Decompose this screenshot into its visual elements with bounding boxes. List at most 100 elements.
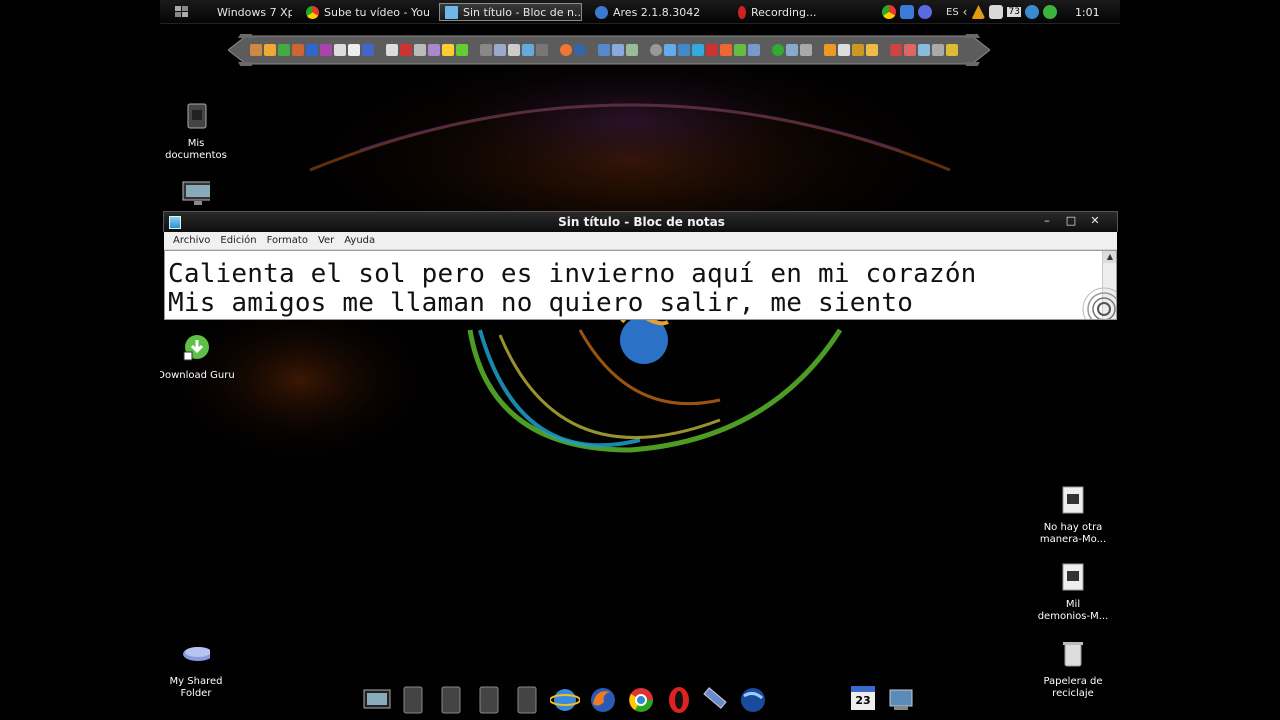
satellite-icon[interactable] (700, 684, 730, 716)
app-icon[interactable] (800, 44, 812, 56)
app-icon[interactable] (734, 44, 746, 56)
app-icon[interactable] (706, 44, 718, 56)
app-icon[interactable] (786, 44, 798, 56)
opera-icon[interactable] (664, 684, 694, 716)
app-icon[interactable] (400, 44, 412, 56)
menu-ayuda[interactable]: Ayuda (339, 235, 380, 246)
chrome-tray-icon[interactable] (882, 5, 896, 19)
app-icon[interactable] (320, 44, 332, 56)
app-icon[interactable] (428, 44, 440, 56)
app-icon[interactable] (838, 44, 850, 56)
chevron-left-icon[interactable]: ‹ (963, 5, 968, 19)
app-icon[interactable] (904, 44, 916, 56)
menu-ver[interactable]: Ver (313, 235, 339, 246)
menu-archivo[interactable]: Archivo (168, 235, 215, 246)
title-bar[interactable]: Sin título - Bloc de notas – □ ✕ (163, 211, 1118, 232)
menu-formato[interactable]: Formato (262, 235, 313, 246)
status-tray-icon[interactable] (1042, 5, 1057, 19)
task-windows7xp[interactable]: Windows 7 Xp (212, 3, 292, 21)
app-icon[interactable] (720, 44, 732, 56)
minimize-button[interactable]: – (1035, 213, 1059, 229)
app-icon[interactable] (348, 44, 360, 56)
close-button[interactable]: ✕ (1083, 213, 1107, 229)
app-icon[interactable] (334, 44, 346, 56)
drive-dock-icon[interactable] (512, 684, 542, 716)
calendar-day: 23 (851, 692, 875, 710)
desktop-icon-no-hay-otra[interactable]: No hay otra manera-Mo... (1033, 486, 1113, 546)
app-tray-icon[interactable] (900, 5, 914, 19)
maximize-button[interactable]: □ (1059, 213, 1083, 229)
media-tray-icon[interactable] (918, 5, 932, 19)
internet-explorer-icon[interactable] (550, 684, 580, 716)
app-icon[interactable] (386, 44, 398, 56)
language-indicator[interactable]: ES (946, 7, 959, 18)
app-icon[interactable] (772, 44, 784, 56)
app-icon[interactable] (890, 44, 902, 56)
task-notepad[interactable]: Sin título - Bloc de n... (439, 3, 582, 21)
desktop-icon-papelera[interactable]: Papelera de reciclaje (1033, 640, 1113, 700)
drive-dock-icon[interactable] (398, 684, 428, 716)
app-icon[interactable] (932, 44, 944, 56)
task-recording[interactable]: Recording... (733, 3, 823, 21)
app-icon[interactable] (574, 44, 586, 56)
app-icon[interactable] (292, 44, 304, 56)
window-tray-icon[interactable] (989, 5, 1004, 19)
app-icon[interactable] (250, 44, 262, 56)
app-icon[interactable] (866, 44, 878, 56)
app-icon[interactable] (598, 44, 610, 56)
app-icon[interactable] (650, 44, 662, 56)
drive-dock-icon[interactable] (474, 684, 504, 716)
app-icon[interactable] (480, 44, 492, 56)
download-icon (183, 335, 209, 361)
menu-edicion[interactable]: Edición (215, 235, 261, 246)
app-icon[interactable] (536, 44, 548, 56)
app-icon[interactable] (918, 44, 930, 56)
monitor-dock-icon[interactable] (362, 684, 392, 716)
app-icon[interactable] (264, 44, 276, 56)
app-icon[interactable] (946, 44, 958, 56)
network-tray-icon[interactable] (1024, 5, 1039, 19)
app-icon[interactable] (278, 44, 290, 56)
scroll-up-icon[interactable]: ▲ (1103, 251, 1116, 263)
chrome-icon[interactable] (626, 684, 656, 716)
tray-badge[interactable]: 73 (1007, 7, 1021, 17)
desktop-icon-mis-documentos[interactable]: Mis documentos (156, 102, 236, 162)
app-icon[interactable] (442, 44, 454, 56)
menu-bar: Archivo Edición Formato Ver Ayuda (164, 232, 1117, 250)
task-ares[interactable]: Ares 2.1.8.3042 (590, 3, 700, 21)
app-icon[interactable] (626, 44, 638, 56)
app-icon[interactable] (748, 44, 760, 56)
google-earth-icon[interactable] (738, 684, 768, 716)
monitor-dock-icon[interactable] (886, 684, 916, 716)
app-icon[interactable] (664, 44, 676, 56)
strip-icon-row (250, 40, 970, 60)
audio-file-icon (1062, 486, 1084, 514)
firefox-icon[interactable] (588, 684, 618, 716)
task-label: Sin título - Bloc de n... (463, 5, 582, 19)
text-area[interactable]: Calienta el sol pero es invierno aquí en… (164, 250, 1117, 320)
app-icon[interactable] (494, 44, 506, 56)
drive-dock-icon[interactable] (436, 684, 466, 716)
app-icon[interactable] (852, 44, 864, 56)
app-icon[interactable] (508, 44, 520, 56)
app-icon[interactable] (678, 44, 690, 56)
task-youtube-upload[interactable]: Sube tu vídeo - You... (301, 3, 429, 21)
vlc-tray-icon[interactable] (971, 5, 986, 19)
app-icon[interactable] (522, 44, 534, 56)
desktop-icon-mil-demonios[interactable]: Mil demonios-M... (1033, 563, 1113, 623)
app-icon[interactable] (824, 44, 836, 56)
app-icon[interactable] (362, 44, 374, 56)
app-icon[interactable] (414, 44, 426, 56)
app-icon[interactable] (612, 44, 624, 56)
record-icon (738, 5, 746, 19)
app-icon[interactable] (456, 44, 468, 56)
start-button[interactable] (172, 3, 192, 21)
desktop-icon-shared-folder[interactable]: My Shared Folder (156, 640, 236, 700)
desktop-icon-download-guru[interactable]: Download Guru (156, 334, 236, 382)
audio-file-icon (1062, 563, 1084, 591)
clock[interactable]: 1:01 (1075, 6, 1100, 19)
calendar-icon[interactable]: 23 (848, 684, 878, 716)
app-icon[interactable] (692, 44, 704, 56)
app-icon[interactable] (306, 44, 318, 56)
app-icon[interactable] (560, 44, 572, 56)
